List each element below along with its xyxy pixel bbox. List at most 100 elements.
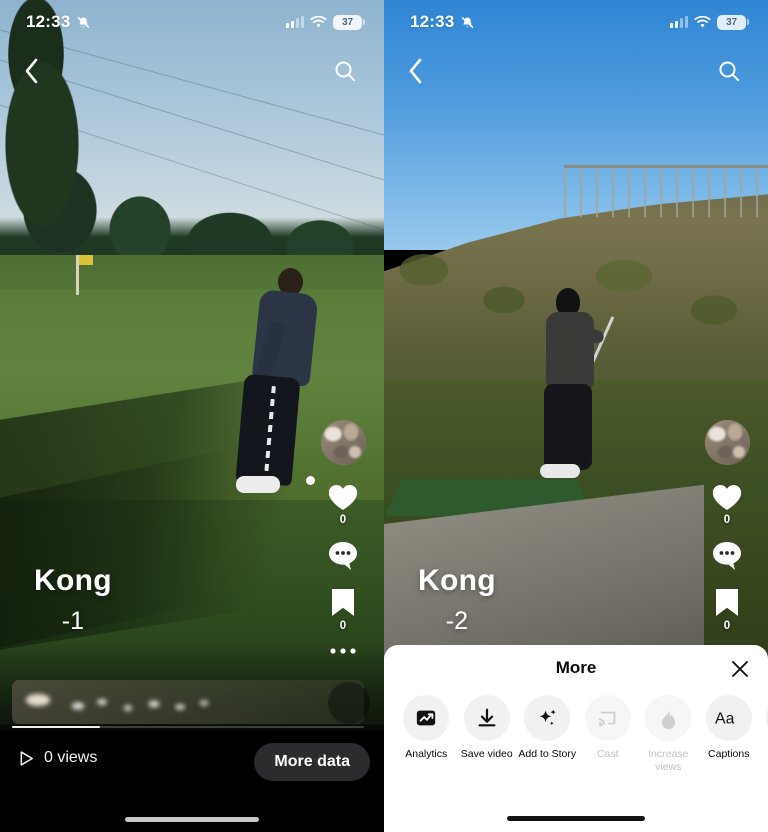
player-name: Kong — [34, 564, 112, 597]
close-button[interactable] — [728, 657, 752, 681]
search-icon — [719, 61, 739, 81]
player-name: Kong — [418, 564, 496, 597]
bell-slash-icon — [78, 16, 90, 28]
comment-bubble-icon — [329, 542, 357, 570]
play-triangle-icon — [20, 750, 33, 766]
right-phone-screen: 4 PAR 3 12:33 — [384, 0, 768, 832]
left-phone-screen: 12:33 37 0 0 Kong -1 0 views More data — [0, 0, 384, 832]
right-score-overlay: Kong -2 — [418, 564, 496, 636]
action-icon-wrap — [584, 695, 631, 741]
action-label: Analytics — [405, 748, 448, 760]
comment-button[interactable] — [327, 540, 359, 573]
more-data-button[interactable]: More data — [254, 743, 370, 781]
search-icon — [335, 61, 355, 81]
player-score: -1 — [61, 607, 85, 635]
chevron-left-icon — [25, 58, 37, 84]
cast-icon — [598, 711, 616, 727]
cellular-bars-icon — [286, 16, 304, 28]
action-label: Captions — [708, 748, 750, 760]
wifi-icon — [310, 15, 327, 28]
cellular-bars-icon — [670, 16, 688, 28]
right-nav-bar — [384, 46, 768, 96]
more-options-button[interactable] — [329, 646, 357, 656]
action-label: Increase views — [648, 748, 689, 773]
comment-bubble-icon — [713, 542, 741, 570]
like-count: 0 — [339, 514, 347, 526]
mute-button[interactable] — [328, 682, 370, 724]
action-label: Save video — [460, 748, 513, 760]
left-score-overlay: Kong -1 — [34, 564, 112, 636]
status-left: 12:33 — [410, 12, 475, 32]
sparkle-icon — [539, 708, 556, 725]
status-bar: 12:33 37 — [0, 0, 384, 44]
avatar[interactable] — [704, 420, 750, 465]
back-button[interactable] — [398, 54, 432, 88]
action-increase-views[interactable]: Increase views — [638, 695, 699, 774]
save-button[interactable]: 0 — [714, 587, 740, 632]
view-count: 0 views — [44, 749, 98, 766]
status-right: 37 — [670, 14, 749, 30]
comment-button[interactable] — [711, 540, 743, 573]
sheet-header: More — [384, 645, 768, 691]
golfer-figure — [218, 268, 323, 518]
heart-icon — [328, 485, 358, 510]
download-icon — [478, 708, 496, 727]
analytics-chart-icon — [417, 710, 436, 726]
golfer-figure — [532, 288, 632, 488]
bell-slash-icon — [462, 16, 474, 28]
ellipsis-icon — [330, 648, 356, 654]
search-button[interactable] — [328, 54, 362, 88]
avatar[interactable] — [320, 420, 366, 465]
sheet-action-row[interactable]: Analytics Save video Add to Story Cast I… — [384, 691, 768, 774]
like-count: 0 — [723, 514, 731, 526]
sheet-title: More — [555, 658, 597, 677]
bookmark-icon — [332, 589, 354, 616]
like-button[interactable]: 0 — [711, 483, 743, 526]
action-add-to-story[interactable]: Add to Story — [517, 695, 578, 774]
status-right: 37 — [286, 14, 365, 30]
flame-icon — [661, 707, 675, 729]
close-x-icon — [732, 661, 748, 677]
action-overflow-partial[interactable] — [759, 695, 768, 774]
left-action-rail: 0 0 — [312, 420, 374, 670]
back-button[interactable] — [14, 54, 48, 88]
action-icon-wrap — [524, 695, 571, 741]
flagstick — [76, 255, 93, 295]
wifi-icon — [694, 15, 711, 28]
battery-level: 37 — [342, 16, 353, 28]
action-captions[interactable]: Aa Captions — [699, 695, 760, 774]
status-bar: 12:33 37 — [384, 0, 768, 44]
home-indicator — [125, 817, 259, 822]
clock: 12:33 — [26, 12, 71, 31]
search-button[interactable] — [712, 54, 746, 88]
battery-level: 37 — [726, 16, 737, 28]
caption-bar-blurred[interactable] — [12, 680, 364, 724]
save-count: 0 — [723, 620, 731, 632]
action-cast[interactable]: Cast — [578, 695, 639, 774]
status-left: 12:33 — [26, 12, 91, 32]
screenshot-stage: 12:33 37 0 0 Kong -1 0 views More data 1… — [0, 0, 768, 832]
like-button[interactable]: 0 — [327, 483, 359, 526]
clock: 12:33 — [410, 12, 455, 31]
battery-indicator: 37 — [717, 14, 749, 30]
action-label: Add to Story — [518, 748, 577, 760]
left-bottom-bar: 0 views More data — [0, 735, 384, 832]
save-button[interactable]: 0 — [330, 587, 356, 632]
more-bottom-sheet: More Analytics Save video Add to Story C… — [384, 645, 768, 832]
action-icon-wrap — [403, 695, 450, 741]
right-action-rail: 0 0 — [696, 420, 758, 646]
player-score: -2 — [445, 607, 469, 635]
left-nav-bar — [0, 46, 384, 96]
action-analytics[interactable]: Analytics — [396, 695, 457, 774]
action-icon-wrap: Aa — [705, 695, 752, 741]
action-icon-wrap — [645, 695, 692, 741]
action-label: Cast — [596, 748, 619, 760]
video-scrubber[interactable] — [12, 726, 364, 728]
views-row: 0 views — [18, 749, 97, 767]
text-aa-icon: Aa — [715, 711, 735, 728]
save-count: 0 — [339, 620, 347, 632]
heart-icon — [712, 485, 742, 510]
chevron-left-icon — [409, 58, 421, 84]
action-icon-wrap — [463, 695, 510, 741]
action-save-video[interactable]: Save video — [457, 695, 518, 774]
